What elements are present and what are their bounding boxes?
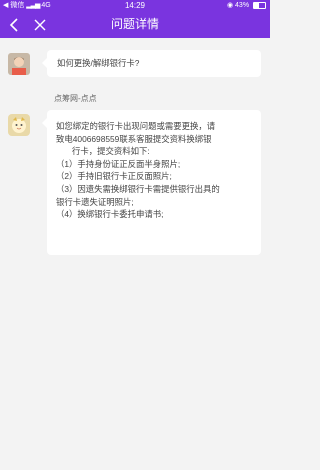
- bot-avatar: [8, 114, 30, 136]
- user-avatar-icon: [8, 53, 30, 75]
- page-title: 问题详情: [110, 17, 159, 31]
- answer-line: （3）因遗失需换绑银行卡需提供银行出具的: [56, 183, 220, 194]
- nav-bar: 问题详情: [0, 11, 270, 38]
- question-bubble: 如何更换/解绑银行卡?: [42, 50, 261, 77]
- answer-sender: 点筹网-点点: [54, 94, 97, 103]
- answer-line: （4）换绑银行卡委托申请书;: [56, 209, 164, 220]
- user-avatar: [8, 53, 30, 75]
- question-text: 如何更换/解绑银行卡?: [57, 58, 140, 68]
- app-header: ◀ 微信 ▂▃▅ 4G 14:29 ◉ 43% 问题详情: [0, 0, 270, 38]
- status-bar: ◀ 微信 ▂▃▅ 4G 14:29 ◉ 43%: [0, 0, 270, 11]
- battery-icon: [253, 1, 266, 9]
- answer-line: 银行卡遗失证明照片;: [56, 196, 134, 207]
- bot-avatar-icon: [8, 114, 30, 136]
- answer-line: （2）手持旧银行卡正反面照片;: [56, 171, 172, 182]
- answer-line: 如您绑定的银行卡出现问题或需要更换，请: [56, 121, 216, 131]
- answer-bubble: 如您绑定的银行卡出现问题或需要更换，请 致电4006698559联系客服提交资料…: [42, 110, 261, 255]
- answer-line: （1）手持身份证正反面半身照片;: [56, 158, 181, 169]
- answer-line: 致电4006698559联系客服提交资料换绑银: [56, 133, 212, 144]
- battery-label: 43%: [235, 2, 250, 9]
- answer-line: 行卡，提交资料如下:: [72, 146, 150, 157]
- status-right: ◉ 43%: [227, 0, 266, 11]
- answer-text: 如您绑定的银行卡出现问题或需要更换，请 致电4006698559联系客服提交资料…: [56, 120, 220, 221]
- alarm-icon: ◉: [226, 2, 234, 9]
